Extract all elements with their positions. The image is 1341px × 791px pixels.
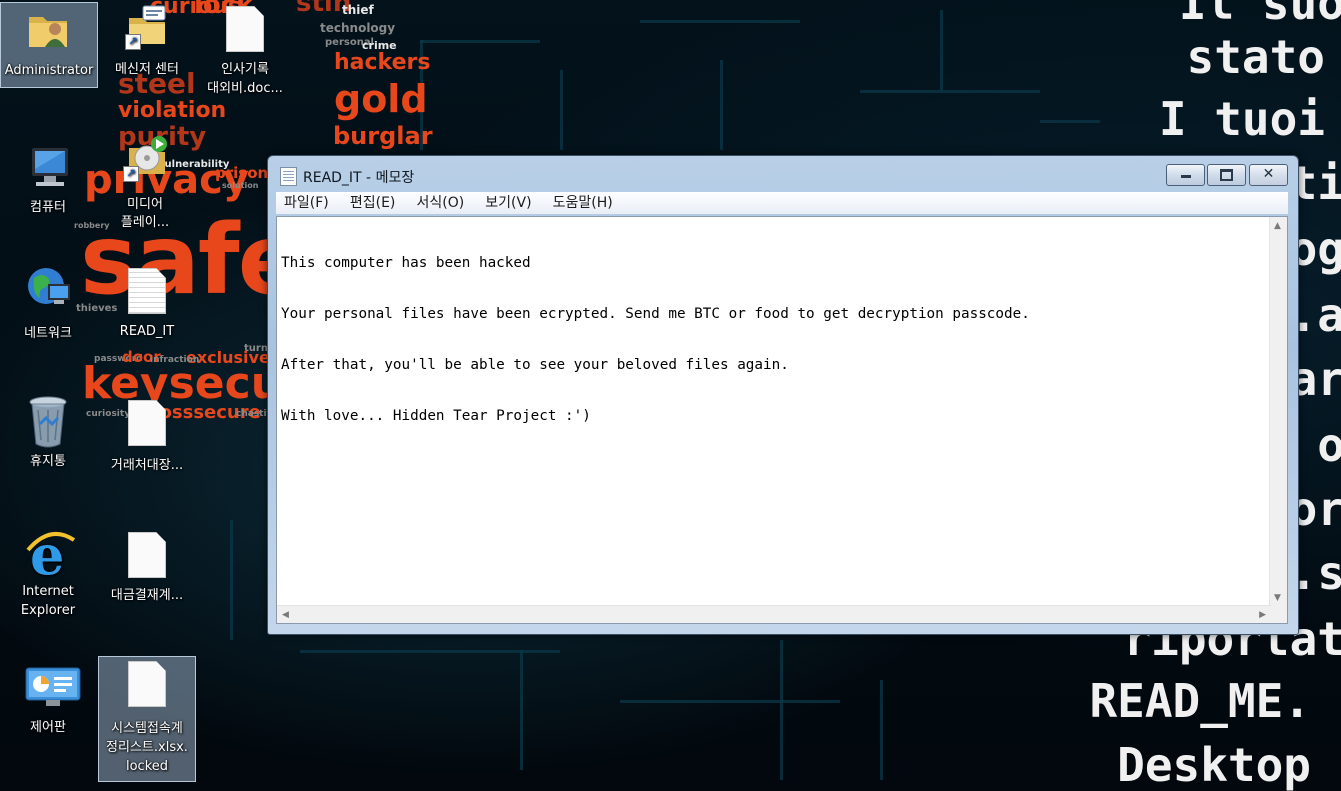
desktop-icon-locked-account-list[interactable]: 시스템접속계 정리스트.xlsx. locked bbox=[98, 656, 196, 782]
desktop-icon-label: 휴지통 bbox=[30, 454, 66, 469]
desktop-icon-recycle-bin[interactable]: 휴지통 bbox=[0, 394, 96, 471]
text-line: With love... Hidden Tear Project :') bbox=[281, 408, 591, 424]
document-icon bbox=[123, 532, 171, 580]
restore-icon bbox=[1220, 168, 1233, 181]
desktop-icon-hr-record-doc[interactable]: 인사기록 대외비.doc... bbox=[197, 6, 293, 98]
scroll-right-icon[interactable]: ▶ bbox=[1259, 610, 1266, 620]
menu-help[interactable]: 도움말(H) bbox=[553, 192, 613, 214]
wallpaper-word: gold bbox=[334, 77, 428, 121]
wallpaper-word: thief bbox=[342, 3, 374, 17]
wallpaper-word: solution bbox=[222, 181, 259, 190]
scroll-up-icon[interactable]: ▲ bbox=[1274, 221, 1281, 231]
minimize-icon bbox=[1180, 175, 1191, 178]
desktop-icon-label: 대금결재계... bbox=[110, 588, 184, 603]
document-icon bbox=[123, 661, 171, 709]
desktop-icon-label: Internet Explorer bbox=[20, 584, 76, 618]
desktop-icon-label: 시스템접속계 정리스트.xlsx. locked bbox=[106, 721, 188, 774]
user-folder-icon bbox=[25, 3, 73, 51]
text-line: Your personal files have been ecrypted. … bbox=[281, 306, 1030, 322]
internet-explorer-icon: e bbox=[24, 523, 76, 587]
horizontal-scrollbar[interactable]: ◀ ▶ bbox=[277, 605, 1271, 623]
notepad-icon bbox=[280, 167, 297, 186]
menu-edit[interactable]: 편집(E) bbox=[350, 192, 396, 214]
wallpaper-ransom-line: Il suo bbox=[1178, 0, 1341, 30]
wallpaper-word: burglar bbox=[333, 122, 433, 150]
vertical-scrollbar[interactable]: ▲ ▼ bbox=[1269, 217, 1287, 607]
close-icon: ✕ bbox=[1262, 166, 1275, 182]
desktop-icon-label: 미디어 플레이... bbox=[120, 197, 170, 230]
shortcut-arrow-icon: ↗ bbox=[123, 166, 139, 182]
text-line: This computer has been hacked bbox=[281, 255, 531, 271]
document-icon bbox=[221, 6, 269, 54]
desktop-icon-administrator[interactable]: Administrator bbox=[0, 2, 98, 88]
desktop-icon-label: Administrator bbox=[4, 63, 94, 78]
scrollbar-corner bbox=[1270, 606, 1287, 623]
recycle-bin-icon bbox=[24, 394, 72, 448]
computer-icon bbox=[24, 144, 72, 192]
menu-file[interactable]: 파일(F) bbox=[284, 192, 329, 214]
document-content[interactable]: This computer has been hacked Your perso… bbox=[281, 221, 1030, 459]
wallpaper-ransom-line: READ_ME. bbox=[1089, 674, 1311, 728]
desktop-icon-media-player[interactable]: ↗ 미디어 플레이... bbox=[97, 134, 193, 232]
close-button[interactable]: ✕ bbox=[1249, 164, 1288, 186]
desktop-icon-computer[interactable]: 컴퓨터 bbox=[0, 144, 96, 217]
wallpaper-ransom-line: Desktop bbox=[1117, 738, 1311, 791]
desktop-icon-label: 네트워크 bbox=[24, 326, 72, 341]
wallpaper-word: turn bbox=[244, 343, 268, 354]
media-player-icon: ↗ bbox=[121, 134, 169, 182]
minimize-button[interactable] bbox=[1166, 164, 1205, 186]
desktop-icon-label: 제어판 bbox=[30, 720, 66, 735]
desktop-icon-internet-explorer[interactable]: e Internet Explorer bbox=[0, 523, 96, 620]
wallpaper-ransom-line: o bbox=[1317, 418, 1341, 472]
text-editor[interactable]: This computer has been hacked Your perso… bbox=[276, 216, 1288, 624]
text-file-icon bbox=[123, 268, 171, 316]
menu-view[interactable]: 보기(V) bbox=[485, 192, 531, 214]
window-title: READ_IT - 메모장 bbox=[303, 170, 415, 186]
desktop-icon-read-it[interactable]: READ_IT bbox=[99, 268, 195, 341]
shortcut-arrow-icon: ↗ bbox=[125, 34, 141, 50]
document-icon bbox=[123, 400, 171, 448]
wallpaper-ransom-line: I tuoi bbox=[1158, 92, 1325, 146]
messenger-folder-icon: ↗ bbox=[123, 2, 171, 50]
desktop-icon-network[interactable]: 네트워크 bbox=[0, 262, 96, 343]
desktop-icon-messenger-center[interactable]: ↗ 메신저 센터 bbox=[99, 2, 195, 79]
desktop-icon-label: 메신저 센터 bbox=[115, 62, 179, 77]
wallpaper-word: hackers bbox=[334, 50, 431, 75]
notepad-window[interactable]: READ_IT - 메모장 ✕ 파일(F) 편집(E) 서식(O) 보기(V) … bbox=[267, 155, 1299, 635]
wallpaper-word: technology bbox=[320, 21, 396, 35]
desktop-icon-client-ledger[interactable]: 거래처대장... bbox=[99, 400, 195, 475]
scroll-left-icon[interactable]: ◀ bbox=[282, 610, 289, 620]
desktop-icon-label: 거래처대장... bbox=[110, 458, 184, 473]
title-bar[interactable]: READ_IT - 메모장 ✕ bbox=[268, 156, 1298, 190]
text-line: After that, you'll be able to see your b… bbox=[281, 357, 789, 373]
desktop-icon-label: 컴퓨터 bbox=[30, 200, 66, 215]
wallpaper-word: prison bbox=[215, 164, 269, 182]
scroll-down-icon[interactable]: ▼ bbox=[1274, 593, 1281, 603]
wallpaper-word: violation bbox=[118, 98, 227, 123]
menu-bar: 파일(F) 편집(E) 서식(O) 보기(V) 도움말(H) bbox=[276, 192, 1288, 214]
network-icon bbox=[24, 262, 72, 310]
control-panel-icon bbox=[24, 664, 81, 712]
desktop-icon-label: READ_IT bbox=[119, 324, 175, 339]
maximize-button[interactable] bbox=[1207, 164, 1246, 186]
menu-format[interactable]: 서식(O) bbox=[416, 192, 464, 214]
wallpaper-ransom-line: stato bbox=[1186, 30, 1325, 84]
desktop-icon-control-panel[interactable]: 제어판 bbox=[0, 664, 96, 737]
desktop-icon-payment-doc[interactable]: 대금결재계... bbox=[99, 532, 195, 605]
desktop-icon-label: 인사기록 대외비.doc... bbox=[207, 62, 283, 96]
